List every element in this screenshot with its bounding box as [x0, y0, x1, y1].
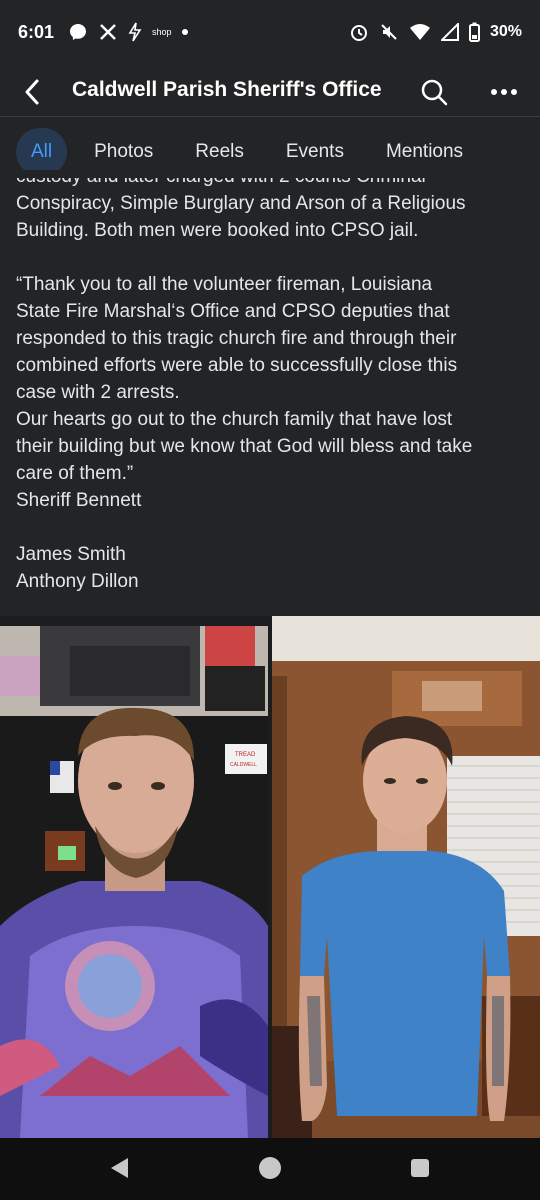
quote-line: responded to this tragic church fire and… — [16, 328, 457, 349]
shop-app-icon: shop — [152, 27, 172, 37]
more-notifications-dot — [181, 29, 188, 35]
nav-home-button[interactable] — [258, 1156, 282, 1185]
circle-home-icon — [259, 1157, 281, 1179]
post-line: Conspiracy, Simple Burglary and Arson of… — [16, 193, 466, 214]
quote-line: care of them.” — [16, 463, 134, 484]
system-nav-bar — [0, 1138, 540, 1200]
battery-percent: 30% — [489, 23, 522, 40]
header-divider — [0, 116, 540, 117]
mute-icon — [381, 24, 397, 40]
post-photos: TREAD CALDWELL — [0, 616, 540, 1138]
status-bar: 6:01 shop 30% — [0, 0, 540, 68]
tab-mentions[interactable]: Mentions — [365, 128, 484, 176]
post-line: Building. Both men were booked into CPSO… — [16, 220, 419, 241]
tab-all[interactable]: All — [16, 128, 68, 176]
more-dots-icon — [491, 89, 517, 95]
status-time: 6:01 — [18, 22, 55, 42]
signature-line: Sheriff Bennett — [16, 490, 142, 511]
name-line: Anthony Dillon — [16, 571, 139, 592]
tab-events[interactable]: Events — [265, 128, 365, 176]
tab-photos[interactable]: Photos — [73, 128, 174, 176]
back-arrow-icon — [25, 79, 39, 105]
booking-photo-illustration: TREAD CALDWELL — [0, 626, 268, 1138]
name-line: James Smith — [16, 544, 126, 565]
battery-icon — [468, 22, 480, 42]
post-line: custody and later charged with 2 counts … — [16, 176, 426, 187]
more-options-button[interactable] — [484, 74, 524, 110]
photo-booking-right[interactable] — [272, 616, 540, 1138]
photo-booking-left[interactable]: TREAD CALDWELL — [0, 626, 268, 1138]
notification-icons: shop — [68, 22, 188, 42]
signal-icon — [440, 23, 459, 41]
nav-recents-button[interactable] — [410, 1158, 430, 1183]
bolt-icon — [128, 22, 142, 42]
svg-text:TREAD: TREAD — [235, 752, 256, 758]
tab-reels[interactable]: Reels — [174, 128, 265, 176]
triangle-back-icon — [111, 1158, 128, 1178]
back-button[interactable] — [14, 74, 50, 110]
post-body: custody and later charged with 2 counts … — [16, 176, 526, 610]
quote-line: case with 2 arrests. — [16, 382, 180, 403]
scroll-clip — [0, 170, 540, 178]
wifi-icon — [409, 24, 430, 40]
page-header: Caldwell Parish Sheriff's Office — [0, 68, 540, 116]
quote-line: their building but we know that God will… — [16, 436, 473, 457]
quote-line: “Thank you to all the volunteer fireman,… — [16, 274, 433, 295]
svg-text:CALDWELL: CALDWELL — [230, 762, 257, 768]
alarm-icon — [350, 25, 367, 41]
search-icon — [421, 79, 448, 106]
system-icons: 30% — [349, 22, 522, 42]
messenger-icon — [70, 24, 86, 40]
filter-tabs: All Photos Reels Events Mentions — [16, 128, 484, 176]
booking-photo-illustration — [272, 616, 540, 1138]
quote-line: Our hearts go out to the church family t… — [16, 409, 453, 430]
square-recents-icon — [411, 1159, 429, 1177]
nav-back-button[interactable] — [108, 1156, 130, 1185]
search-button[interactable] — [416, 74, 452, 110]
quote-line: State Fire Marshal‘s Office and CPSO dep… — [16, 301, 450, 322]
page-title: Caldwell Parish Sheriff's Office — [72, 78, 382, 101]
quote-line: combined efforts were able to successful… — [16, 355, 458, 376]
x-icon — [100, 24, 116, 40]
